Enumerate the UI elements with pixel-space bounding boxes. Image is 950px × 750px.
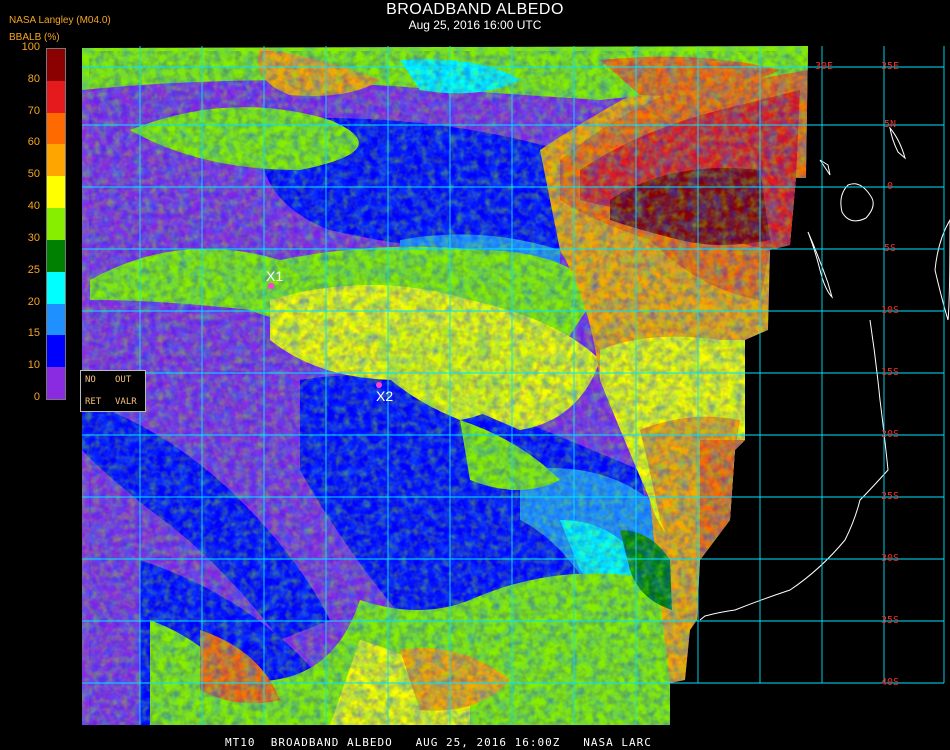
colorbar-tick-label: 100	[21, 41, 40, 53]
colorbar-tick-label: 0	[33, 391, 40, 403]
colorbar-tick-label: 60	[27, 136, 40, 149]
grid-label: 5N	[883, 119, 897, 130]
colorbar-segment	[47, 367, 65, 400]
grid-label: 25S	[880, 491, 900, 502]
legend-ret: RET	[85, 397, 102, 407]
grid-label: 30S	[880, 553, 900, 564]
quality-legend: NO OUT RET VALR	[80, 370, 146, 412]
map-title: BROADBAND ALBEDO	[386, 1, 564, 18]
marker-x1-label: X1	[266, 268, 284, 284]
colorbar-segment	[47, 49, 65, 82]
footer-caption: MT10 BROADBAND ALBEDO AUG 25, 2016 16:00…	[225, 736, 652, 749]
colorbar-segment	[47, 208, 65, 241]
colorbar-tick-label: 40	[27, 200, 40, 213]
colorbar-tick-label: 20	[27, 295, 40, 308]
colorbar-segment	[47, 271, 65, 305]
colorbar	[46, 48, 66, 400]
grid-label: 20S	[880, 429, 900, 440]
colorbar-segment	[47, 303, 65, 336]
colorbar-tick-label: 10	[27, 359, 40, 372]
colorbar-tick-label: 50	[27, 168, 40, 181]
satellite-image	[82, 46, 808, 725]
colorbar-tick-label: 80	[27, 72, 40, 85]
grid-label: 15S	[880, 367, 900, 378]
colorbar-segment	[47, 80, 65, 114]
legend-no: NO	[85, 375, 96, 385]
colorbar-segment	[47, 239, 65, 273]
marker-x2-label: X2	[376, 388, 394, 404]
colorbar-tick-label: 70	[27, 104, 40, 117]
colorbar-tick-label: 25	[27, 263, 40, 276]
grid-label: 35S	[880, 615, 900, 626]
legend-valr: VALR	[115, 397, 137, 407]
colorbar-segment	[47, 144, 65, 177]
colorbar-segment	[47, 176, 65, 209]
colorbar-tick-label: 30	[27, 231, 40, 244]
colorbar-tick-label: 15	[27, 327, 40, 340]
source-label: NASA Langley (M04.0)	[9, 15, 111, 26]
grid-label: 35E	[880, 61, 900, 72]
grid-label: 10S	[880, 305, 900, 316]
grid-label: 40S	[880, 677, 900, 688]
grid-label: 0	[886, 181, 894, 192]
map-timestamp: Aug 25, 2016 16:00 UTC	[408, 18, 542, 32]
grid-label: 5S	[883, 243, 897, 254]
legend-out: OUT	[115, 375, 132, 385]
colorbar-segment	[47, 335, 65, 368]
colorbar-segment	[47, 112, 65, 145]
grid-label: 30E	[815, 61, 834, 72]
